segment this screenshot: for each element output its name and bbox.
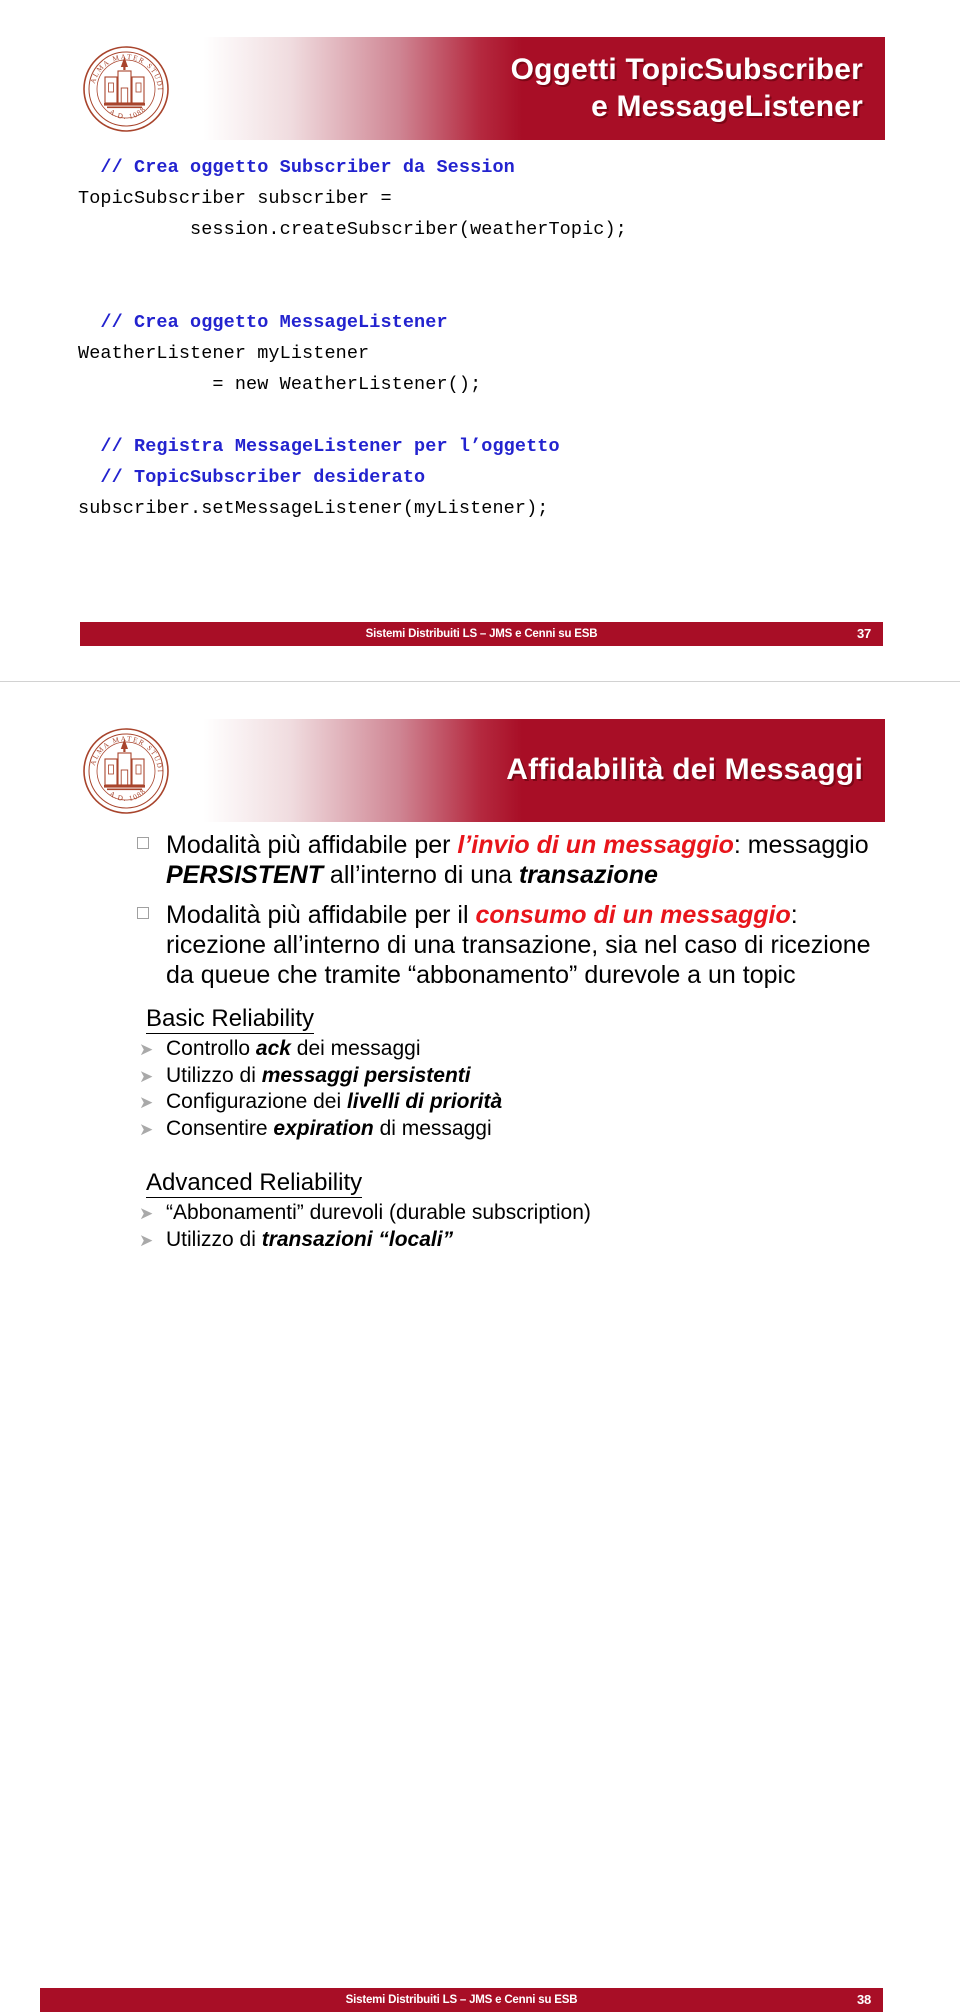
arrow-bullet-icon: ➤ (139, 1066, 154, 1086)
emphasis-red: l’invio di un messaggio (457, 831, 734, 859)
text-run: dei messaggi (290, 1037, 421, 1060)
square-bullet-icon (137, 837, 149, 849)
bullet-text: Modalità più affidabile per il consumo d… (166, 900, 890, 990)
arrow-bullet-icon: ➤ (139, 1119, 154, 1139)
bullet-item-level2: ➤ Utilizzo di transazioni “locali” (0, 1227, 960, 1254)
slide-2-header: ALMA MATER STUDIORUM A.D. 1088 Affidabil… (80, 719, 885, 822)
bullet-text: Utilizzo di messaggi persistenti (166, 1064, 471, 1087)
bullet-text: Controllo ack dei messaggi (166, 1037, 421, 1060)
text-run: di messaggi (373, 1116, 492, 1140)
unibo-seal-logo: ALMA MATER STUDIORUM A.D. 1088 (80, 43, 172, 135)
text-run: Utilizzo di (166, 1063, 262, 1087)
text-run: Modalità più affidabile per il (166, 901, 476, 929)
code-line: WeatherListener myListener (78, 343, 370, 364)
bullet-text: Utilizzo di transazioni “locali” (166, 1228, 453, 1251)
arrow-bullet-icon: ➤ (139, 1230, 154, 1250)
slide-1-title: Oggetti TopicSubscriber e MessageListene… (511, 37, 863, 140)
slide-1: ALMA MATER STUDIORUM A.D. 1088 Oggetti T… (0, 0, 960, 681)
text-run: Configurazione dei (166, 1090, 347, 1113)
code-line: session.createSubscriber(weatherTopic); (78, 219, 627, 240)
bullet-item-level1: Modalità più affidabile per l’invio di u… (0, 830, 960, 890)
text-run: Utilizzo di (166, 1227, 262, 1251)
code-line: // TopicSubscriber desiderato (78, 467, 426, 488)
text-run: all’interno di una (322, 861, 519, 889)
text-run: Modalità più affidabile per (166, 831, 458, 859)
bullet-text: Modalità più affidabile per l’invio di u… (166, 830, 890, 890)
bullet-item-level2: ➤ “Abbonamenti” durevoli (durable subscri… (0, 1200, 960, 1227)
slide-1-header: ALMA MATER STUDIORUM A.D. 1088 Oggetti T… (80, 37, 885, 140)
section-heading-label: Basic Reliability (146, 1005, 315, 1034)
page-number: 37 (856, 626, 871, 641)
emphasis-bold: expiration (273, 1116, 374, 1140)
bullet-item-level2: ➤ Controllo ack dei messaggi (0, 1036, 960, 1063)
code-line: // Crea oggetto MessageListener (78, 312, 448, 333)
slide-2: ALMA MATER STUDIORUM A.D. 1088 Affidabil… (0, 682, 960, 2012)
code-block: // Crea oggetto Subscriber da Session Top… (78, 152, 878, 524)
bullet-item-level2: ➤ Utilizzo di messaggi persistenti (0, 1063, 960, 1090)
slide-2-footer: Sistemi Distribuiti LS – JMS e Cenni su … (40, 1988, 883, 2012)
emphasis-bold: PERSISTENT (166, 861, 323, 889)
slide-1-title-line-2: e MessageListener (591, 89, 863, 123)
slide-2-title: Affidabilità dei Messaggi (506, 719, 863, 822)
bullet-item-level1: Modalità più affidabile per il consumo d… (0, 900, 960, 990)
emphasis-bold: transazioni “locali” (261, 1227, 454, 1251)
seal-top-text: ALMA MATER STUDIORUM (80, 43, 164, 92)
bullet-item-level2: ➤ Consentire expiration di messaggi (0, 1116, 960, 1143)
bullet-item-level2: ➤ Configurazione dei livelli di priorità (0, 1089, 960, 1116)
code-line: subscriber.setMessageListener(myListener… (78, 498, 549, 519)
code-line: = new WeatherListener(); (78, 374, 482, 395)
page-number: 38 (856, 1992, 871, 2007)
footer-title: Sistemi Distribuiti LS – JMS e Cenni su … (365, 628, 598, 640)
slide-2-title-line-1: Affidabilità dei Messaggi (506, 753, 863, 787)
bullet-text: “Abbonamenti” durevoli (durable subscrip… (166, 1201, 591, 1224)
arrow-bullet-icon: ➤ (139, 1204, 154, 1223)
emphasis-bold: livelli di priorità (346, 1090, 503, 1113)
arrow-bullet-icon: ➤ (139, 1093, 154, 1112)
emphasis-red: consumo di un messaggio (475, 901, 791, 929)
text-run: “Abbonamenti” durevoli (durable subscrip… (166, 1201, 591, 1224)
bullet-text: Consentire expiration di messaggi (166, 1117, 492, 1140)
emphasis-bold: messaggi persistenti (261, 1063, 471, 1087)
text-run: Consentire (166, 1116, 274, 1140)
section-heading-label: Advanced Reliability (146, 1169, 363, 1198)
seal-top-text: ALMA MATER STUDIORUM (80, 725, 164, 774)
slide-2-body: Modalità più affidabile per l’invio di u… (0, 830, 960, 1253)
section-heading: Basic Reliability (0, 1004, 960, 1034)
section-heading: Advanced Reliability (0, 1168, 960, 1198)
code-line: // Crea oggetto Subscriber da Session (78, 157, 515, 178)
emphasis-bold: ack (255, 1037, 291, 1060)
text-run: : messaggio (733, 831, 869, 859)
footer-title: Sistemi Distribuiti LS – JMS e Cenni su … (345, 1994, 578, 2006)
square-bullet-icon (137, 907, 149, 919)
slide-1-footer: Sistemi Distribuiti LS – JMS e Cenni su … (80, 622, 883, 646)
unibo-seal-logo: ALMA MATER STUDIORUM A.D. 1088 (80, 725, 172, 817)
text-run: Controllo (166, 1037, 256, 1060)
arrow-bullet-icon: ➤ (139, 1040, 154, 1059)
slide-1-title-line-1: Oggetti TopicSubscriber (510, 52, 863, 86)
bullet-text: Configurazione dei livelli di priorità (166, 1090, 502, 1113)
code-line: // Registra MessageListener per l’oggett… (78, 436, 560, 457)
code-line: TopicSubscriber subscriber = (78, 188, 392, 209)
emphasis-bold: transazione (518, 861, 658, 889)
